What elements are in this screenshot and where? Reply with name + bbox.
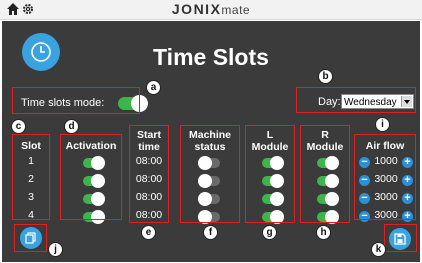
annotation-box-d xyxy=(60,134,122,220)
annotation-badge-i: i xyxy=(375,117,390,132)
annotation-badge-d: d xyxy=(64,119,79,134)
annotation-badge-h: h xyxy=(316,225,331,240)
annotation-box-a xyxy=(12,87,140,114)
annotation-box-b xyxy=(296,87,416,113)
annotation-box-e xyxy=(129,125,169,223)
annotation-box-h xyxy=(300,125,350,223)
time-slots-screen: Time Slots Time slots mode: Day: Wednesd… xyxy=(2,21,420,262)
brand-suffix: mate xyxy=(221,3,251,17)
annotation-badge-e: e xyxy=(141,225,156,240)
brand-logo: JONIXmate xyxy=(0,1,422,17)
annotation-badge-a: a xyxy=(146,80,161,95)
annotation-badge-k: k xyxy=(371,242,386,257)
annotation-badge-j: j xyxy=(48,242,63,257)
annotation-box-c xyxy=(12,134,50,220)
brand-name: JONIX xyxy=(171,1,222,17)
page-title: Time Slots xyxy=(153,44,269,70)
annotation-badge-f: f xyxy=(203,225,218,240)
annotation-badge-g: g xyxy=(262,225,277,240)
annotation-box-g xyxy=(245,125,295,223)
annotation-box-k xyxy=(384,224,417,252)
annotation-box-f xyxy=(180,125,240,223)
annotation-badge-b: b xyxy=(318,69,333,84)
annotation-badge-c: c xyxy=(11,119,26,134)
annotation-box-j xyxy=(14,224,47,252)
top-bar: JONIXmate xyxy=(0,0,422,20)
annotation-box-i xyxy=(354,134,416,220)
